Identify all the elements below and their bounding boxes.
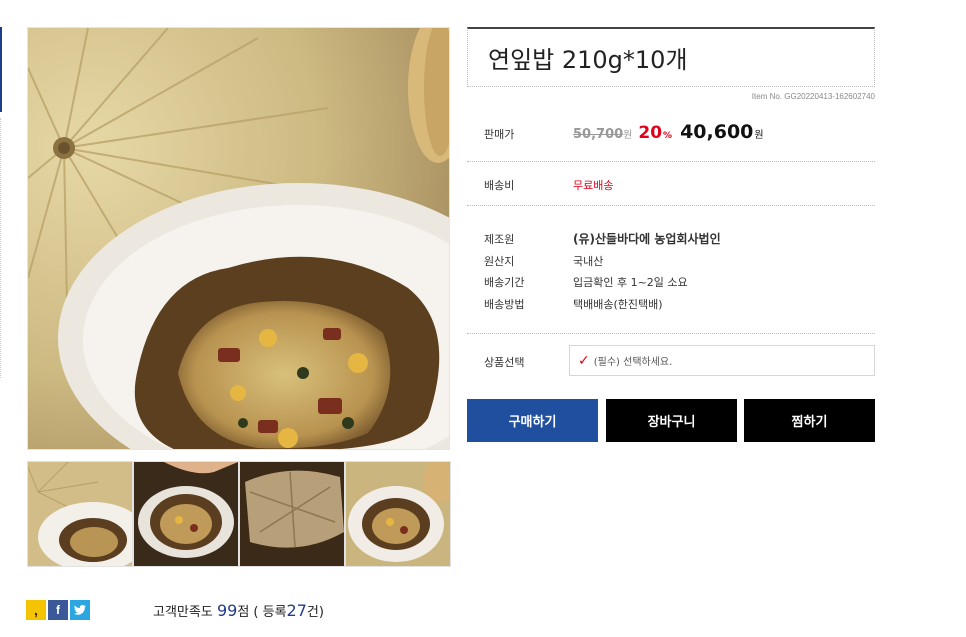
item-number: Item No. GG20220413-162602740 (751, 92, 875, 101)
rating-prefix: 고객만족도 (153, 605, 213, 620)
rating-open: ( 등록 (253, 605, 287, 620)
sale-price-unit: 원 (754, 130, 764, 141)
rating-count-unit: 건) (306, 605, 324, 620)
thumbnail-2[interactable] (133, 461, 239, 567)
divider (467, 205, 875, 206)
shipping-label: 배송비 (484, 179, 515, 192)
facebook-icon[interactable]: f (48, 600, 68, 620)
customer-rating: 고객만족도 99점 ( 등록27건) (153, 601, 324, 620)
detail-value-period: 입금확인 후 1~2일 소요 (573, 276, 688, 289)
sale-price: 40,600 (680, 121, 754, 143)
detail-label-maker: 제조원 (484, 233, 515, 246)
buy-button[interactable]: 구매하기 (467, 399, 598, 442)
option-label: 상품선택 (484, 356, 525, 369)
cart-button[interactable]: 장바구니 (606, 399, 737, 442)
thumbnail-3[interactable] (239, 461, 345, 567)
rating-count: 27 (286, 601, 307, 620)
price-label: 판매가 (484, 128, 515, 141)
rating-score-unit: 점 (237, 605, 250, 620)
main-product-image (27, 27, 450, 450)
divider (467, 333, 875, 334)
shipping-value: 무료배송 (573, 179, 614, 192)
original-price-unit: 원 (623, 130, 633, 141)
thumbnail-4[interactable] (345, 461, 451, 567)
thumbnail-1[interactable] (27, 461, 133, 567)
option-placeholder: (필수) 선택하세요. (593, 357, 673, 368)
detail-value-maker: (유)산들바다에 농업회사법인 (573, 232, 721, 246)
original-price: 50,700 (573, 127, 624, 142)
detail-label-origin: 원산지 (484, 255, 515, 268)
discount-rate: 20 (638, 123, 663, 143)
detail-label-period: 배송기간 (484, 276, 525, 289)
detail-value-origin: 국내산 (573, 255, 604, 268)
thumbnail-strip (27, 461, 451, 567)
left-divider (0, 118, 2, 378)
product-title: 연잎밥 210g*10개 (467, 27, 875, 87)
social-share: , f (26, 600, 90, 620)
check-icon: ✓ (578, 352, 590, 369)
kakao-icon[interactable]: , (26, 600, 46, 620)
divider (467, 161, 875, 162)
price-line: 50,700 원 20% 40,600 원 (573, 121, 764, 143)
twitter-icon[interactable] (70, 600, 90, 620)
left-nav-edge (0, 27, 2, 112)
detail-value-method: 택배배송(한진택배) (573, 298, 663, 311)
rating-score: 99 (216, 601, 238, 620)
wishlist-button[interactable]: 찜하기 (744, 399, 875, 442)
detail-label-method: 배송방법 (484, 298, 525, 311)
option-select[interactable]: ✓ (필수) 선택하세요. (569, 345, 875, 376)
discount-unit: % (663, 131, 673, 141)
